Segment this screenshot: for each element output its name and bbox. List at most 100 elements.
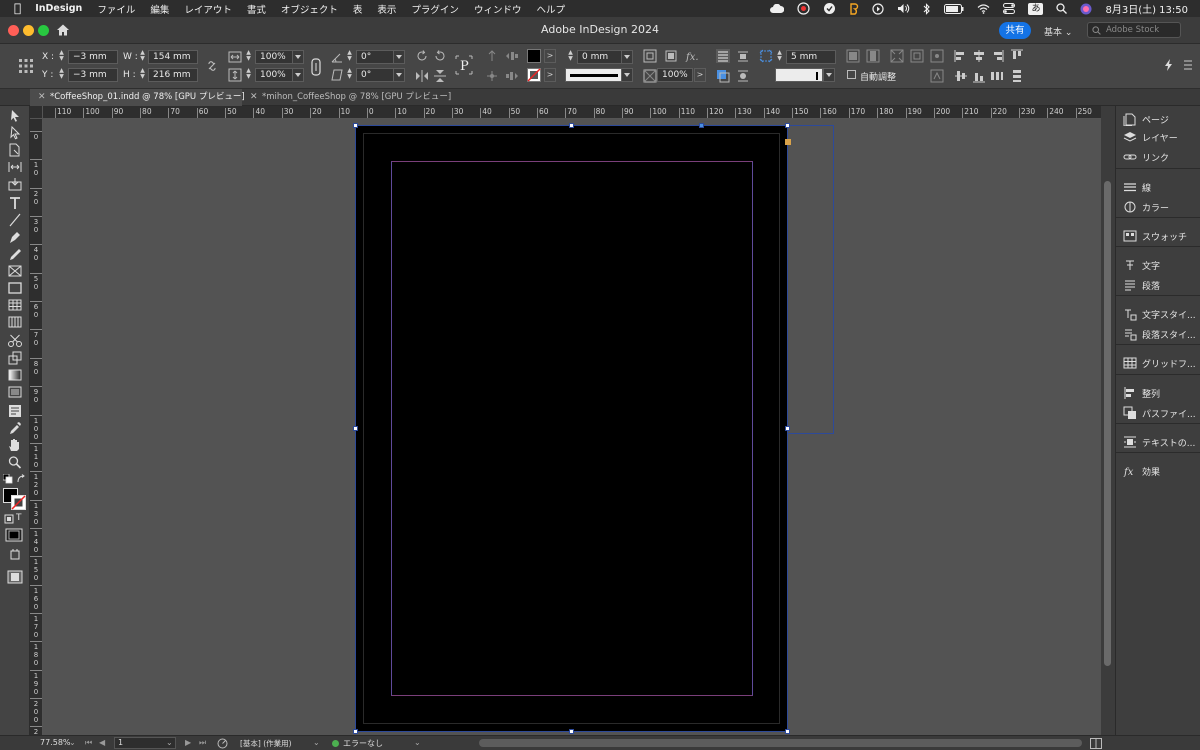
menu-object[interactable]: オブジェクト [281, 2, 338, 16]
scale-x-stepper-icon[interactable]: ▲ ▼ [244, 50, 253, 64]
panel-effects[interactable]: fx 効果 [1116, 462, 1200, 480]
frame-grid-tool-icon[interactable] [7, 315, 23, 329]
split-window-icon[interactable] [1090, 738, 1102, 749]
content-collector-tool-icon[interactable] [7, 177, 23, 191]
screen-mode-preview-icon[interactable] [7, 570, 23, 584]
scale-x-field[interactable]: 100% [255, 50, 293, 64]
apply-color-icon[interactable] [5, 528, 23, 542]
rotate-cw-icon[interactable] [415, 49, 429, 63]
table-tool-icon[interactable] [7, 298, 23, 312]
fit-content-to-frame-icon[interactable] [910, 49, 924, 63]
formatting-affects-container-icon[interactable] [4, 514, 14, 524]
handle-top-center[interactable] [569, 123, 574, 128]
shear-angle-field[interactable]: 0° [356, 68, 394, 82]
eyedropper-tool-icon[interactable] [7, 421, 23, 435]
panel-text-wrap[interactable]: テキストの... [1116, 433, 1200, 451]
bravo-icon[interactable] [849, 2, 859, 15]
scale-y-dropdown[interactable] [292, 68, 304, 82]
page-tool-icon[interactable] [7, 143, 23, 157]
play-icon[interactable] [872, 2, 885, 15]
rectangle-tool-icon[interactable] [7, 281, 23, 295]
next-page-icon[interactable]: ▶ [185, 738, 191, 747]
formatting-affects-text-icon[interactable]: T [16, 513, 22, 523]
wifi-icon[interactable] [977, 3, 990, 14]
panel-character-styles[interactable]: 文字スタイ... [1116, 305, 1200, 323]
menu-type[interactable]: 書式 [247, 2, 266, 16]
y-stepper-icon[interactable]: ▲ ▼ [57, 68, 66, 82]
screen-mode-normal-icon[interactable] [7, 548, 23, 562]
handle-middle-left[interactable] [353, 426, 358, 431]
creative-cloud-icon[interactable] [770, 3, 785, 14]
zoom-tool-icon[interactable] [7, 455, 23, 469]
sync-icon[interactable] [823, 2, 836, 15]
zoom-dropdown-icon[interactable]: ⌄ [69, 738, 76, 747]
preflight-status-icon[interactable] [332, 740, 339, 747]
control-panel-menu-icon[interactable] [1183, 58, 1193, 72]
menu-edit[interactable]: 編集 [150, 2, 169, 16]
x-position-field[interactable]: −3 mm [68, 50, 118, 64]
pasteboard[interactable] [43, 119, 1101, 735]
handle-middle-right[interactable] [785, 426, 790, 431]
rotate-angle-field[interactable]: 0° [356, 50, 394, 64]
corner-options-icon[interactable] [759, 49, 773, 63]
spotlight-search-icon[interactable] [1056, 3, 1068, 14]
panel-stroke[interactable]: 線 [1116, 178, 1200, 196]
last-page-icon[interactable]: ⏭ [199, 738, 206, 748]
menu-plugins[interactable]: プラグイン [411, 2, 459, 16]
tab-close-icon[interactable]: ✕ [38, 89, 46, 106]
auto-fit-checkbox[interactable] [847, 70, 856, 79]
hand-tool-icon[interactable] [7, 438, 23, 452]
panel-character[interactable]: 文字 [1116, 256, 1200, 274]
fx-effects-icon[interactable]: fx. [685, 49, 699, 63]
volume-icon[interactable] [897, 3, 910, 14]
align-horizontal-centers-icon[interactable] [972, 49, 986, 63]
y-position-field[interactable]: −3 mm [68, 68, 118, 82]
corner-shape-selector[interactable] [775, 68, 823, 82]
corner-shape-dropdown[interactable] [823, 68, 835, 82]
quick-actions-bolt-icon[interactable] [1162, 58, 1176, 72]
stroke-none-swatch-icon[interactable] [527, 68, 541, 82]
share-button[interactable]: 共有 [999, 22, 1031, 39]
menu-layout[interactable]: レイアウト [184, 2, 232, 16]
panel-grid-format[interactable]: グリッドフ... [1116, 354, 1200, 372]
constrain-scale-icon[interactable] [309, 58, 323, 76]
previous-page-icon[interactable]: ◀ [99, 738, 105, 747]
line-tool-icon[interactable] [7, 213, 23, 227]
select-container-icon[interactable] [485, 49, 499, 63]
gap-tool-icon[interactable] [7, 160, 23, 174]
scale-y-stepper-icon[interactable]: ▲ ▼ [244, 68, 253, 82]
stroke-type-selector[interactable] [565, 68, 623, 82]
record-icon[interactable] [797, 2, 811, 15]
pencil-tool-icon[interactable] [7, 247, 23, 261]
select-next-icon[interactable] [505, 69, 519, 83]
page-dropdown-icon[interactable]: ⌄ [166, 738, 173, 747]
fit-frame-to-content-icon[interactable] [890, 49, 904, 63]
reference-point-icon[interactable] [18, 58, 34, 74]
frame-fitting-icon[interactable] [643, 49, 657, 63]
text-wrap-bbox-icon[interactable] [736, 49, 750, 63]
panel-paragraph[interactable]: 段落 [1116, 276, 1200, 294]
opacity-menu-icon[interactable]: > [694, 68, 706, 82]
pen-tool-icon[interactable] [7, 230, 23, 244]
distribute-vertical-icon[interactable] [1010, 69, 1024, 83]
document-tab-mihon-coffeeshop[interactable]: ✕ *mihon_CoffeeShop @ 78% [GPU プレビュー] [242, 89, 457, 106]
stroke-weight-field[interactable]: 0 mm [577, 50, 622, 64]
workspace-switcher[interactable]: 基本 ⌄ [1044, 25, 1072, 38]
text-wrap-none-icon[interactable] [716, 49, 730, 63]
select-content-icon[interactable] [485, 69, 499, 83]
fill-swatch[interactable] [527, 49, 541, 63]
document-page[interactable] [355, 125, 788, 732]
handle-top-anchor[interactable] [699, 123, 704, 128]
adobe-stock-search-input[interactable]: Adobe Stock [1087, 22, 1181, 38]
preflight-status-label[interactable]: エラーなし [343, 738, 383, 749]
handle-top-left[interactable] [353, 123, 358, 128]
stroke-type-dropdown[interactable] [621, 68, 633, 82]
master-dropdown-icon[interactable]: ⌄ [313, 738, 320, 747]
gradient-feather-tool-icon[interactable] [7, 385, 23, 399]
free-transform-tool-icon[interactable] [7, 351, 23, 365]
horizontal-scrollbar-thumb[interactable] [479, 739, 1082, 747]
stroke-weight-dropdown[interactable] [621, 50, 633, 64]
siri-icon[interactable] [1080, 3, 1092, 15]
corner-size-field[interactable]: 5 mm [786, 50, 836, 64]
height-field[interactable]: 216 mm [148, 68, 198, 82]
